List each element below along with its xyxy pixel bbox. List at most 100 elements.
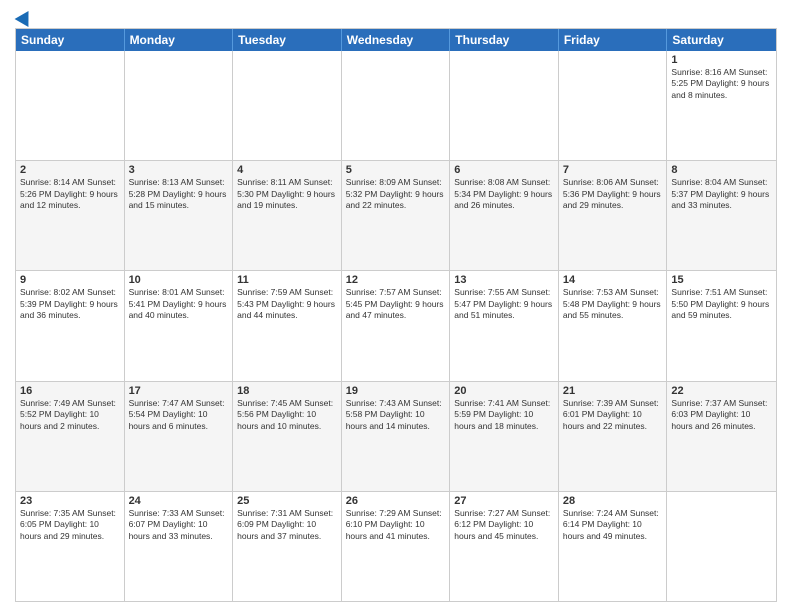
calendar-cell-7: 7Sunrise: 8:06 AM Sunset: 5:36 PM Daylig… — [559, 161, 668, 270]
header — [15, 10, 777, 24]
day-number: 10 — [129, 274, 229, 286]
calendar-cell-6: 6Sunrise: 8:08 AM Sunset: 5:34 PM Daylig… — [450, 161, 559, 270]
day-number: 1 — [671, 54, 772, 66]
calendar-cell-2: 2Sunrise: 8:14 AM Sunset: 5:26 PM Daylig… — [16, 161, 125, 270]
day-number: 11 — [237, 274, 337, 286]
day-number: 15 — [671, 274, 772, 286]
calendar-cell-empty-0-1 — [125, 51, 234, 160]
day-number: 21 — [563, 385, 663, 397]
day-info: Sunrise: 8:14 AM Sunset: 5:26 PM Dayligh… — [20, 177, 120, 211]
day-info: Sunrise: 7:59 AM Sunset: 5:43 PM Dayligh… — [237, 287, 337, 321]
calendar-cell-empty-4-6 — [667, 492, 776, 601]
day-info: Sunrise: 7:31 AM Sunset: 6:09 PM Dayligh… — [237, 508, 337, 542]
logo-triangle-icon — [15, 7, 36, 27]
calendar-cell-14: 14Sunrise: 7:53 AM Sunset: 5:48 PM Dayli… — [559, 271, 668, 380]
day-number: 24 — [129, 495, 229, 507]
day-number: 8 — [671, 164, 772, 176]
calendar-week-3: 9Sunrise: 8:02 AM Sunset: 5:39 PM Daylig… — [16, 270, 776, 380]
calendar-cell-9: 9Sunrise: 8:02 AM Sunset: 5:39 PM Daylig… — [16, 271, 125, 380]
calendar-header-friday: Friday — [559, 29, 668, 51]
day-number: 26 — [346, 495, 446, 507]
calendar-cell-17: 17Sunrise: 7:47 AM Sunset: 5:54 PM Dayli… — [125, 382, 234, 491]
calendar-header-sunday: Sunday — [16, 29, 125, 51]
day-info: Sunrise: 7:45 AM Sunset: 5:56 PM Dayligh… — [237, 398, 337, 432]
day-number: 4 — [237, 164, 337, 176]
day-info: Sunrise: 8:06 AM Sunset: 5:36 PM Dayligh… — [563, 177, 663, 211]
calendar-cell-empty-0-2 — [233, 51, 342, 160]
calendar-week-1: 1Sunrise: 8:16 AM Sunset: 5:25 PM Daylig… — [16, 51, 776, 160]
calendar-cell-4: 4Sunrise: 8:11 AM Sunset: 5:30 PM Daylig… — [233, 161, 342, 270]
day-info: Sunrise: 7:51 AM Sunset: 5:50 PM Dayligh… — [671, 287, 772, 321]
calendar-cell-27: 27Sunrise: 7:27 AM Sunset: 6:12 PM Dayli… — [450, 492, 559, 601]
day-info: Sunrise: 8:09 AM Sunset: 5:32 PM Dayligh… — [346, 177, 446, 211]
calendar-cell-11: 11Sunrise: 7:59 AM Sunset: 5:43 PM Dayli… — [233, 271, 342, 380]
day-info: Sunrise: 7:53 AM Sunset: 5:48 PM Dayligh… — [563, 287, 663, 321]
calendar-cell-empty-0-5 — [559, 51, 668, 160]
calendar-cell-20: 20Sunrise: 7:41 AM Sunset: 5:59 PM Dayli… — [450, 382, 559, 491]
calendar-body: 1Sunrise: 8:16 AM Sunset: 5:25 PM Daylig… — [16, 51, 776, 601]
calendar-cell-empty-0-4 — [450, 51, 559, 160]
day-number: 23 — [20, 495, 120, 507]
day-info: Sunrise: 7:39 AM Sunset: 6:01 PM Dayligh… — [563, 398, 663, 432]
day-number: 2 — [20, 164, 120, 176]
calendar-cell-empty-0-3 — [342, 51, 451, 160]
day-number: 28 — [563, 495, 663, 507]
day-number: 14 — [563, 274, 663, 286]
day-number: 7 — [563, 164, 663, 176]
day-number: 3 — [129, 164, 229, 176]
calendar-cell-15: 15Sunrise: 7:51 AM Sunset: 5:50 PM Dayli… — [667, 271, 776, 380]
calendar-cell-22: 22Sunrise: 7:37 AM Sunset: 6:03 PM Dayli… — [667, 382, 776, 491]
day-number: 12 — [346, 274, 446, 286]
day-info: Sunrise: 8:02 AM Sunset: 5:39 PM Dayligh… — [20, 287, 120, 321]
day-number: 6 — [454, 164, 554, 176]
calendar-header-monday: Monday — [125, 29, 234, 51]
calendar-week-5: 23Sunrise: 7:35 AM Sunset: 6:05 PM Dayli… — [16, 491, 776, 601]
logo — [15, 10, 33, 24]
day-number: 22 — [671, 385, 772, 397]
day-number: 20 — [454, 385, 554, 397]
day-number: 19 — [346, 385, 446, 397]
day-info: Sunrise: 8:13 AM Sunset: 5:28 PM Dayligh… — [129, 177, 229, 211]
calendar-cell-8: 8Sunrise: 8:04 AM Sunset: 5:37 PM Daylig… — [667, 161, 776, 270]
day-info: Sunrise: 7:33 AM Sunset: 6:07 PM Dayligh… — [129, 508, 229, 542]
day-info: Sunrise: 7:41 AM Sunset: 5:59 PM Dayligh… — [454, 398, 554, 432]
calendar-cell-5: 5Sunrise: 8:09 AM Sunset: 5:32 PM Daylig… — [342, 161, 451, 270]
day-number: 25 — [237, 495, 337, 507]
calendar-cell-28: 28Sunrise: 7:24 AM Sunset: 6:14 PM Dayli… — [559, 492, 668, 601]
day-info: Sunrise: 7:37 AM Sunset: 6:03 PM Dayligh… — [671, 398, 772, 432]
day-info: Sunrise: 8:08 AM Sunset: 5:34 PM Dayligh… — [454, 177, 554, 211]
calendar-cell-21: 21Sunrise: 7:39 AM Sunset: 6:01 PM Dayli… — [559, 382, 668, 491]
calendar-cell-25: 25Sunrise: 7:31 AM Sunset: 6:09 PM Dayli… — [233, 492, 342, 601]
calendar-cell-19: 19Sunrise: 7:43 AM Sunset: 5:58 PM Dayli… — [342, 382, 451, 491]
calendar-cell-18: 18Sunrise: 7:45 AM Sunset: 5:56 PM Dayli… — [233, 382, 342, 491]
day-number: 5 — [346, 164, 446, 176]
day-info: Sunrise: 8:11 AM Sunset: 5:30 PM Dayligh… — [237, 177, 337, 211]
calendar-header-wednesday: Wednesday — [342, 29, 451, 51]
calendar-cell-26: 26Sunrise: 7:29 AM Sunset: 6:10 PM Dayli… — [342, 492, 451, 601]
calendar-cell-23: 23Sunrise: 7:35 AM Sunset: 6:05 PM Dayli… — [16, 492, 125, 601]
day-info: Sunrise: 7:27 AM Sunset: 6:12 PM Dayligh… — [454, 508, 554, 542]
calendar-cell-12: 12Sunrise: 7:57 AM Sunset: 5:45 PM Dayli… — [342, 271, 451, 380]
day-number: 9 — [20, 274, 120, 286]
calendar-header-saturday: Saturday — [667, 29, 776, 51]
calendar-cell-24: 24Sunrise: 7:33 AM Sunset: 6:07 PM Dayli… — [125, 492, 234, 601]
day-number: 18 — [237, 385, 337, 397]
day-info: Sunrise: 7:57 AM Sunset: 5:45 PM Dayligh… — [346, 287, 446, 321]
day-number: 27 — [454, 495, 554, 507]
day-info: Sunrise: 7:55 AM Sunset: 5:47 PM Dayligh… — [454, 287, 554, 321]
day-info: Sunrise: 7:29 AM Sunset: 6:10 PM Dayligh… — [346, 508, 446, 542]
day-info: Sunrise: 8:16 AM Sunset: 5:25 PM Dayligh… — [671, 67, 772, 101]
day-info: Sunrise: 8:04 AM Sunset: 5:37 PM Dayligh… — [671, 177, 772, 211]
calendar-cell-3: 3Sunrise: 8:13 AM Sunset: 5:28 PM Daylig… — [125, 161, 234, 270]
day-info: Sunrise: 8:01 AM Sunset: 5:41 PM Dayligh… — [129, 287, 229, 321]
day-number: 13 — [454, 274, 554, 286]
calendar-header-row: SundayMondayTuesdayWednesdayThursdayFrid… — [16, 29, 776, 51]
day-info: Sunrise: 7:35 AM Sunset: 6:05 PM Dayligh… — [20, 508, 120, 542]
page: SundayMondayTuesdayWednesdayThursdayFrid… — [0, 0, 792, 612]
calendar-week-2: 2Sunrise: 8:14 AM Sunset: 5:26 PM Daylig… — [16, 160, 776, 270]
calendar-header-tuesday: Tuesday — [233, 29, 342, 51]
day-number: 16 — [20, 385, 120, 397]
calendar-week-4: 16Sunrise: 7:49 AM Sunset: 5:52 PM Dayli… — [16, 381, 776, 491]
calendar-cell-1: 1Sunrise: 8:16 AM Sunset: 5:25 PM Daylig… — [667, 51, 776, 160]
day-info: Sunrise: 7:24 AM Sunset: 6:14 PM Dayligh… — [563, 508, 663, 542]
